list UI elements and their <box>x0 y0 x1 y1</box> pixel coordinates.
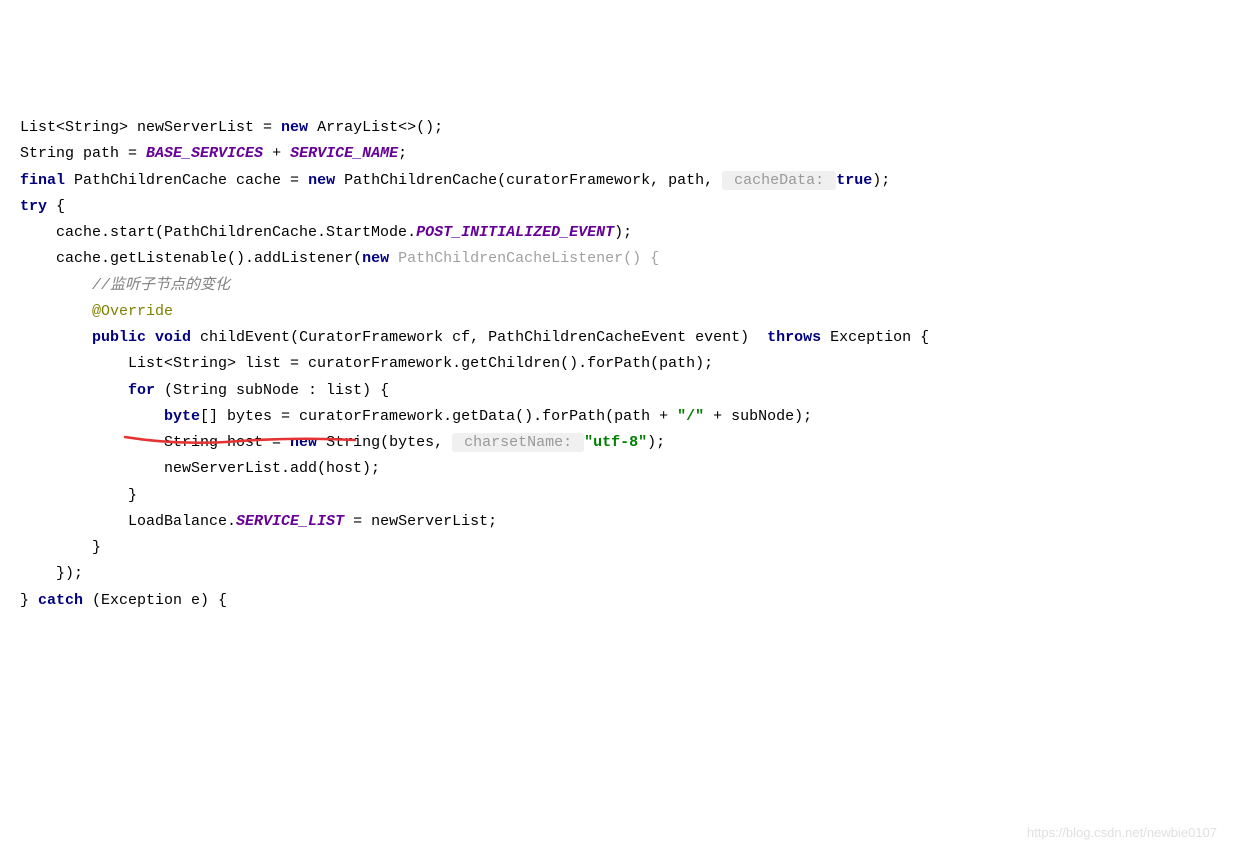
code-line-17: } <box>20 539 101 556</box>
code-line-8: @Override <box>20 303 173 320</box>
code-line-16: LoadBalance.SERVICE_LIST = newServerList… <box>20 513 497 530</box>
code-line-7: //监听子节点的变化 <box>20 277 230 294</box>
code-line-3: final PathChildrenCache cache = new Path… <box>20 171 890 190</box>
code-line-13: String host = new String(bytes, charsetN… <box>20 433 665 452</box>
code-line-6: cache.getListenable().addListener(new Pa… <box>20 250 659 267</box>
param-hint-cacheData: cacheData: <box>722 171 836 190</box>
code-line-9: public void childEvent(CuratorFramework … <box>20 329 929 346</box>
code-line-5: cache.start(PathChildrenCache.StartMode.… <box>20 224 632 241</box>
code-line-4: try { <box>20 198 65 215</box>
code-line-11: for (String subNode : list) { <box>20 382 389 399</box>
code-line-2: String path = BASE_SERVICES + SERVICE_NA… <box>20 145 407 162</box>
code-line-12: byte[] bytes = curatorFramework.getData(… <box>20 408 812 425</box>
code-line-14: newServerList.add(host); <box>20 460 380 477</box>
code-line-19: } catch (Exception e) { <box>20 592 227 609</box>
code-line-15: } <box>20 487 137 504</box>
code-line-18: }); <box>20 565 83 582</box>
param-hint-charsetName: charsetName: <box>452 433 584 452</box>
code-line-10: List<String> list = curatorFramework.get… <box>20 355 713 372</box>
watermark: https://blog.csdn.net/newbie0107 <box>1027 822 1217 845</box>
code-line-1: List<String> newServerList = new ArrayLi… <box>20 119 443 136</box>
code-block: List<String> newServerList = new ArrayLi… <box>20 115 1217 614</box>
